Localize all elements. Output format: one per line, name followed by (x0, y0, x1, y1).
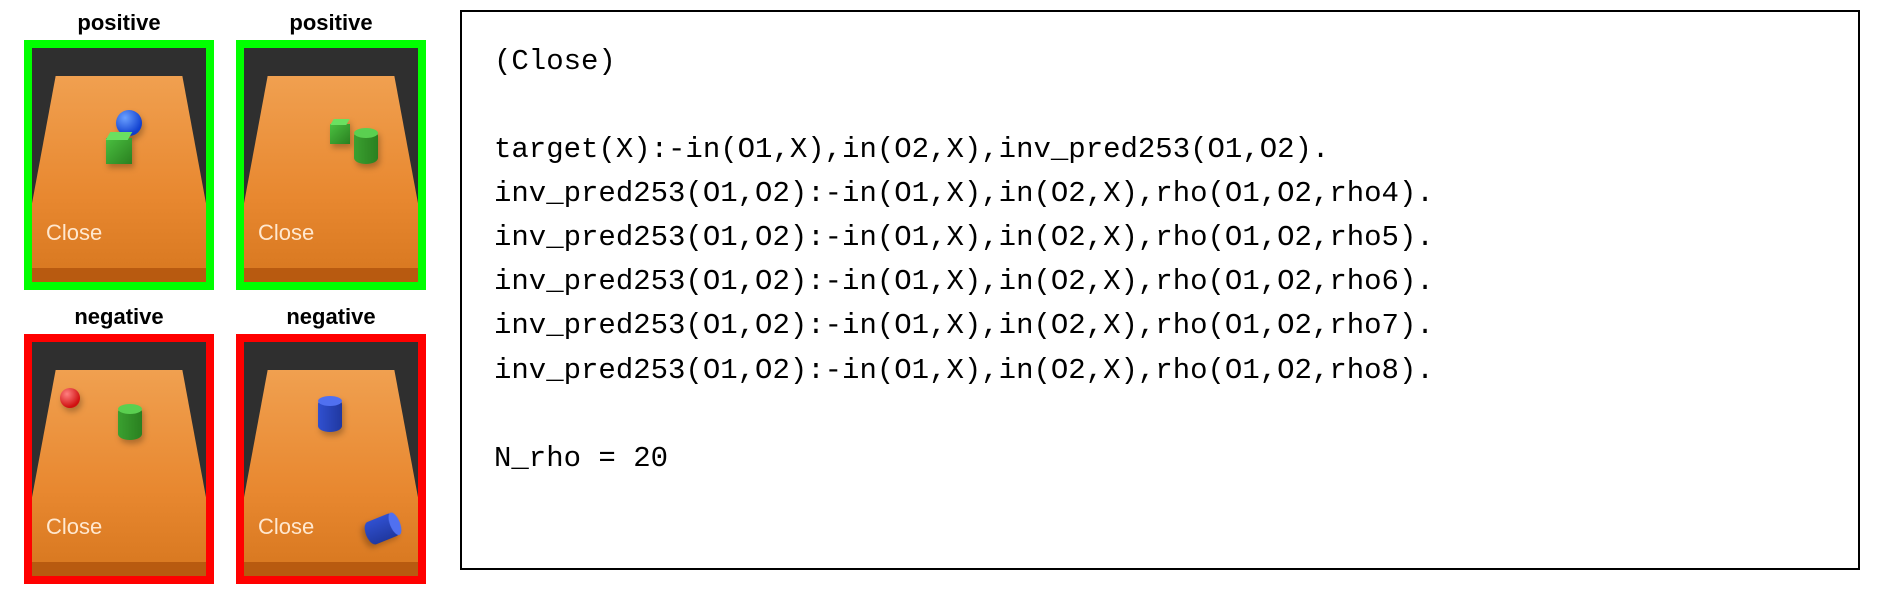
example-label: negative (74, 304, 163, 330)
table-edge (236, 562, 426, 578)
code-line: target(X):-in(O1,X),in(O2,X),inv_pred253… (494, 133, 1329, 166)
example-positive-2: positive Close (232, 10, 430, 290)
code-line: inv_pred253(O1,O2):-in(O1,X),in(O2,X),rh… (494, 265, 1434, 298)
object-cylinder-blue (318, 398, 342, 432)
example-label: positive (77, 10, 160, 36)
scene-frame: Close (24, 40, 214, 290)
scene-caption: Close (258, 220, 314, 246)
table-edge (24, 562, 214, 578)
table-edge (24, 268, 214, 284)
examples-grid: positive Close positive Close negative C… (20, 10, 430, 584)
example-label: positive (289, 10, 372, 36)
code-line: inv_pred253(O1,O2):-in(O1,X),in(O2,X),rh… (494, 177, 1434, 210)
code-line: inv_pred253(O1,O2):-in(O1,X),in(O2,X),rh… (494, 309, 1434, 342)
example-negative-2: negative Close (232, 304, 430, 584)
scene-frame: Close (24, 334, 214, 584)
table-surface (24, 370, 214, 570)
code-panel: (Close) target(X):-in(O1,X),in(O2,X),inv… (460, 10, 1860, 570)
scene-caption: Close (258, 514, 314, 540)
object-cylinder-green (118, 406, 142, 440)
table-surface (236, 76, 426, 276)
scene-caption: Close (46, 220, 102, 246)
scene-frame: Close (236, 40, 426, 290)
table-surface (24, 76, 214, 276)
code-title: (Close) (494, 45, 616, 78)
example-label: negative (286, 304, 375, 330)
code-line: inv_pred253(O1,O2):-in(O1,X),in(O2,X),rh… (494, 221, 1434, 254)
scene-frame: Close (236, 334, 426, 584)
object-cube-green (330, 124, 350, 144)
table-edge (236, 268, 426, 284)
code-line: inv_pred253(O1,O2):-in(O1,X),in(O2,X),rh… (494, 354, 1434, 387)
example-positive-1: positive Close (20, 10, 218, 290)
scene-caption: Close (46, 514, 102, 540)
code-footer: N_rho = 20 (494, 442, 668, 475)
object-cube-green (106, 138, 132, 164)
example-negative-1: negative Close (20, 304, 218, 584)
object-sphere-red (60, 388, 80, 408)
object-cylinder-green (354, 130, 378, 164)
